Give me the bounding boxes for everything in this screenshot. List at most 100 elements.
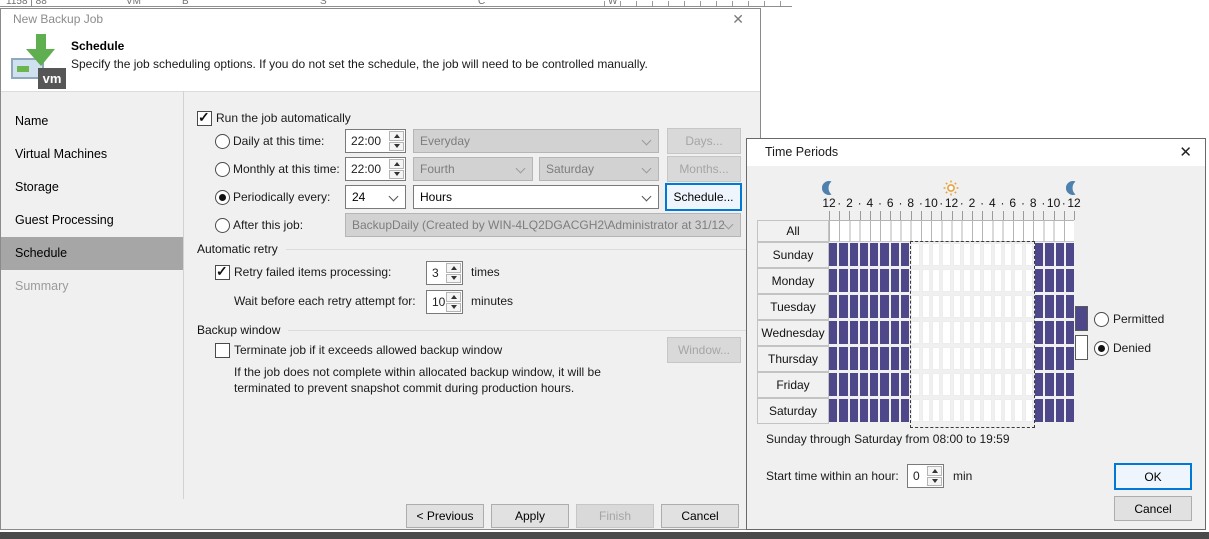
- time-grid-cell[interactable]: [891, 347, 899, 370]
- time-grid-cell[interactable]: [850, 243, 858, 266]
- time-grid-cell[interactable]: [1045, 321, 1053, 344]
- time-grid-cell[interactable]: [1056, 295, 1064, 318]
- spin-down-icon[interactable]: [446, 303, 461, 313]
- spin-down-icon[interactable]: [446, 274, 461, 284]
- day-row-label-thursday[interactable]: Thursday: [757, 346, 829, 372]
- time-grid-cell[interactable]: [1056, 321, 1064, 344]
- time-grid-cell[interactable]: [860, 347, 868, 370]
- time-grid-cell[interactable]: [1035, 321, 1043, 344]
- time-grid-cell[interactable]: [901, 269, 909, 292]
- daily-time-spinner[interactable]: 22:00: [345, 129, 406, 153]
- time-grid-cell[interactable]: [901, 347, 909, 370]
- time-grid-cell[interactable]: [1066, 347, 1074, 370]
- start-time-spinner[interactable]: 0: [907, 464, 944, 488]
- time-grid-cell[interactable]: [880, 399, 888, 422]
- time-grid-cell[interactable]: [1045, 347, 1053, 370]
- time-grid-cell[interactable]: [880, 373, 888, 396]
- spin-up-icon[interactable]: [927, 466, 942, 476]
- spin-up-icon[interactable]: [446, 263, 461, 273]
- time-grid-cell[interactable]: [891, 269, 899, 292]
- day-row-label-friday[interactable]: Friday: [757, 372, 829, 398]
- time-grid-cell[interactable]: [829, 347, 837, 370]
- time-grid-cell[interactable]: [880, 321, 888, 344]
- time-grid-cell[interactable]: [839, 295, 847, 318]
- denied-radio[interactable]: [1094, 341, 1109, 356]
- monthly-radio[interactable]: [215, 162, 230, 177]
- day-row-label-sunday[interactable]: Sunday: [757, 242, 829, 268]
- time-grid-cell[interactable]: [1056, 399, 1064, 422]
- time-grid-cell[interactable]: [850, 295, 858, 318]
- terminate-checkbox[interactable]: [215, 343, 230, 358]
- time-grid-cell[interactable]: [1045, 399, 1053, 422]
- time-grid-cell[interactable]: [850, 347, 858, 370]
- time-grid-cell[interactable]: [1035, 373, 1043, 396]
- retry-count-spinner[interactable]: 3: [426, 261, 463, 285]
- spin-down-icon[interactable]: [927, 477, 942, 487]
- daily-radio[interactable]: [215, 134, 230, 149]
- time-grid-cell[interactable]: [1066, 269, 1074, 292]
- periodically-value-combo[interactable]: 24: [345, 185, 406, 209]
- time-grid-cell[interactable]: [1045, 373, 1053, 396]
- sidebar-item-schedule[interactable]: Schedule: [1, 237, 183, 270]
- day-row-label-monday[interactable]: Monday: [757, 268, 829, 294]
- time-grid-cell[interactable]: [829, 243, 837, 266]
- time-grid-cell[interactable]: [880, 295, 888, 318]
- time-grid-cell[interactable]: [880, 243, 888, 266]
- time-grid-cell[interactable]: [850, 321, 858, 344]
- time-grid-cell[interactable]: [1045, 243, 1053, 266]
- periodically-radio[interactable]: [215, 190, 230, 205]
- time-grid-cell[interactable]: [839, 269, 847, 292]
- time-grid-cell[interactable]: [860, 321, 868, 344]
- time-grid-cell[interactable]: [891, 399, 899, 422]
- spin-down-icon[interactable]: [389, 170, 404, 180]
- apply-button[interactable]: Apply: [491, 504, 569, 528]
- time-grid-cell[interactable]: [860, 373, 868, 396]
- time-grid-cell[interactable]: [839, 243, 847, 266]
- time-grid-cell[interactable]: [850, 373, 858, 396]
- tp-cancel-button[interactable]: Cancel: [1114, 496, 1192, 521]
- day-row-label-saturday[interactable]: Saturday: [757, 398, 829, 424]
- sidebar-item-guest-processing[interactable]: Guest Processing: [1, 204, 183, 237]
- all-row-cells[interactable]: [829, 220, 1074, 242]
- time-grid-cell[interactable]: [1066, 373, 1074, 396]
- time-grid-cell[interactable]: [1035, 295, 1043, 318]
- spin-up-icon[interactable]: [389, 159, 404, 169]
- close-icon[interactable]: ✕: [1179, 139, 1192, 166]
- day-row-label-tuesday[interactable]: Tuesday: [757, 294, 829, 320]
- time-grid-cell[interactable]: [1056, 347, 1064, 370]
- time-grid-cell[interactable]: [870, 399, 878, 422]
- time-grid-cell[interactable]: [829, 373, 837, 396]
- permitted-radio[interactable]: [1094, 312, 1109, 327]
- time-grid-cell[interactable]: [870, 321, 878, 344]
- time-grid-cell[interactable]: [860, 269, 868, 292]
- time-grid-cell[interactable]: [1035, 347, 1043, 370]
- monthly-time-spinner[interactable]: 22:00: [345, 157, 406, 181]
- time-grid-cell[interactable]: [839, 321, 847, 344]
- time-grid-cell[interactable]: [870, 347, 878, 370]
- sidebar-item-name[interactable]: Name: [1, 105, 183, 138]
- after-job-radio[interactable]: [215, 218, 230, 233]
- run-automatically-checkbox[interactable]: [197, 111, 212, 126]
- time-grid-cell[interactable]: [1035, 269, 1043, 292]
- time-grid-cell[interactable]: [870, 243, 878, 266]
- ok-button[interactable]: OK: [1114, 463, 1192, 490]
- time-grid-cell[interactable]: [880, 347, 888, 370]
- time-grid-cell[interactable]: [870, 373, 878, 396]
- spin-down-icon[interactable]: [389, 142, 404, 152]
- wait-minutes-spinner[interactable]: 10: [426, 290, 463, 314]
- time-grid-cell[interactable]: [839, 399, 847, 422]
- time-grid-cell[interactable]: [870, 269, 878, 292]
- time-grid-cell[interactable]: [829, 269, 837, 292]
- time-grid-cell[interactable]: [1066, 295, 1074, 318]
- close-icon[interactable]: ✕: [732, 9, 744, 30]
- time-grid-cell[interactable]: [860, 295, 868, 318]
- previous-button[interactable]: < Previous: [406, 504, 484, 528]
- time-grid-cell[interactable]: [1035, 243, 1043, 266]
- time-grid-cell[interactable]: [870, 295, 878, 318]
- time-grid-cell[interactable]: [901, 321, 909, 344]
- spin-up-icon[interactable]: [389, 131, 404, 141]
- sidebar-item-storage[interactable]: Storage: [1, 171, 183, 204]
- time-grid-cell[interactable]: [891, 373, 899, 396]
- time-grid-cell[interactable]: [901, 373, 909, 396]
- time-grid-cell[interactable]: [839, 347, 847, 370]
